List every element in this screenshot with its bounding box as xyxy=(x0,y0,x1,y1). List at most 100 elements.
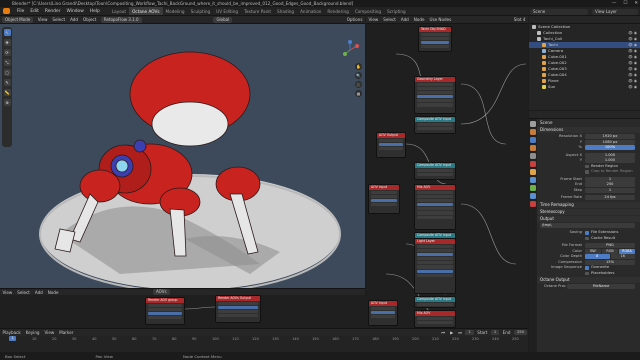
scale-tool-icon[interactable]: ⤡ xyxy=(3,59,11,66)
playback-menu[interactable]: Playback xyxy=(0,330,23,335)
close-button[interactable]: ✕ xyxy=(634,1,638,6)
jump-start-icon[interactable]: ⏮ xyxy=(439,330,448,335)
move-tool-icon[interactable]: ✥ xyxy=(3,39,11,46)
zoom-icon[interactable]: 🔍 xyxy=(355,72,362,79)
keying-menu[interactable]: Keying xyxy=(23,330,42,335)
tab-uv-editing[interactable]: UV Editing xyxy=(213,7,241,15)
cache-result-checkbox[interactable]: Cache Result xyxy=(537,236,640,242)
view-layer-tab-icon[interactable] xyxy=(530,145,536,151)
aov-menu-node[interactable]: Node xyxy=(45,290,61,295)
tab-animation[interactable]: Animation xyxy=(297,7,324,15)
ortho-toggle-icon[interactable]: ▦ xyxy=(355,90,362,97)
frame-rate-dropdown[interactable]: Frame Rate 24 fps xyxy=(537,195,640,201)
output-path-field[interactable]: /tmp\ xyxy=(537,222,640,229)
section-output[interactable]: Output xyxy=(537,215,640,222)
node-menu-select[interactable]: Select xyxy=(381,17,399,22)
menu-window[interactable]: Window xyxy=(64,9,87,14)
node-aov-input-1[interactable]: AOV input xyxy=(368,184,400,214)
material-tab-icon[interactable] xyxy=(530,201,536,207)
outliner-row[interactable]: Sun 👁 ◉ xyxy=(529,84,640,90)
select-tool-icon[interactable]: ↖ xyxy=(3,29,11,36)
end-frame-field[interactable]: 250 xyxy=(513,329,527,336)
aov-menu-view[interactable]: View xyxy=(0,290,15,295)
pan-icon[interactable]: ✋ xyxy=(355,63,362,70)
tab-shading[interactable]: Shading xyxy=(274,7,297,15)
retopoflow-button[interactable]: RetopoFlow 3.1.0 xyxy=(100,16,142,23)
node-menu-view[interactable]: View xyxy=(366,17,381,22)
node-editor-canvas[interactable]: Tachi Obj SHAD Geometry Layer Composite … xyxy=(366,24,528,328)
aov-menu-add[interactable]: Add xyxy=(32,290,45,295)
depth-16-option[interactable]: 16 xyxy=(610,254,635,260)
tab-scripting[interactable]: Scripting xyxy=(384,7,409,15)
tab-sculpting[interactable]: Sculpting xyxy=(188,7,214,15)
node-composite-aov-4[interactable]: Composite AOV input xyxy=(414,296,456,308)
color-rgb-option[interactable]: RGB xyxy=(602,248,618,254)
viewport-menu-add[interactable]: Add xyxy=(68,17,81,22)
render-tab-icon[interactable] xyxy=(530,129,536,135)
tab-octane-aovs[interactable]: Octane AOVs xyxy=(129,7,163,15)
menu-file[interactable]: File xyxy=(14,9,27,14)
node-light-layer[interactable]: Light Layer xyxy=(414,238,456,294)
rotate-tool-icon[interactable]: ⟳ xyxy=(3,49,11,56)
mode-dropdown[interactable]: Object Mode xyxy=(2,16,34,23)
node-geometry-layer[interactable]: Geometry Layer xyxy=(414,76,456,114)
physics-tab-icon[interactable] xyxy=(530,193,536,199)
measure-tool-icon[interactable]: 📏 xyxy=(3,89,11,96)
slot-dropdown[interactable]: Slot 4 xyxy=(511,17,528,22)
node-aov-output[interactable]: AOV Output xyxy=(376,132,406,158)
scene-selector[interactable]: Scene xyxy=(530,9,588,15)
placeholders-checkbox[interactable]: Placeholders xyxy=(537,271,640,277)
section-time-remapping[interactable]: Time Remapping xyxy=(537,201,640,208)
scene-tab-icon[interactable] xyxy=(530,153,536,159)
node-menu-add[interactable]: Add xyxy=(398,17,411,22)
section-octane-output[interactable]: Octane Output xyxy=(537,277,640,283)
frame-step-field[interactable]: Step 1 xyxy=(537,188,640,194)
use-nodes-checkbox[interactable]: Use Nodes xyxy=(427,17,454,22)
options-dropdown[interactable]: Options xyxy=(344,17,365,22)
color-bw-option[interactable]: BW xyxy=(585,248,601,254)
menu-render[interactable]: Render xyxy=(42,9,64,14)
menu-edit[interactable]: Edit xyxy=(27,9,42,14)
play-icon[interactable]: ▶ xyxy=(448,330,456,335)
marker-menu[interactable]: Marker xyxy=(57,330,76,335)
viewport-menu-object[interactable]: Object xyxy=(81,17,99,22)
object-tab-icon[interactable] xyxy=(530,169,536,175)
blender-menu-icon[interactable] xyxy=(3,8,10,14)
node-mix-aov-1[interactable]: Mix AOV xyxy=(414,184,456,230)
tab-layout[interactable]: Layout xyxy=(109,7,129,15)
visibility-icon[interactable]: 👁 ◉ xyxy=(628,84,637,90)
crop-region-checkbox[interactable]: Crop to Render Region xyxy=(537,169,640,175)
start-frame-field[interactable]: 1 xyxy=(490,329,500,336)
node-render-aovs-output[interactable]: Render AOVs Output xyxy=(215,295,261,323)
menu-help[interactable]: Help xyxy=(87,9,103,14)
jump-end-icon[interactable]: ⏭ xyxy=(456,330,465,335)
output-tab-icon[interactable] xyxy=(530,137,536,143)
section-stereoscopy[interactable]: Stereoscopy xyxy=(537,208,640,215)
node-composite-aov-1[interactable]: Composite AOV input xyxy=(414,116,456,134)
maximize-button[interactable]: ☐ xyxy=(623,1,627,6)
axis-gizmo-icon[interactable] xyxy=(340,40,360,60)
depth-8-option[interactable]: 8 xyxy=(585,254,610,260)
timeline-ruler[interactable]: 1 0 10 20 30 40 50 60 70 80 90 100 110 120 130 140 150 1… xyxy=(0,336,528,352)
tab-compositing[interactable]: Compositing xyxy=(352,7,384,15)
node-mix-aov-2[interactable]: Mix AOV xyxy=(414,310,456,328)
add-cube-tool-icon[interactable]: ⊕ xyxy=(3,99,11,106)
transform-orientation-dropdown[interactable]: Global xyxy=(213,16,233,23)
aov-menu-select[interactable]: Select xyxy=(15,290,33,295)
node-render-aov-group[interactable]: Render AOV group xyxy=(145,297,185,325)
world-tab-icon[interactable] xyxy=(530,161,536,167)
node-composite-aov-2[interactable]: Composite AOV input xyxy=(414,162,456,180)
resolution-pct-field[interactable]: % 100% xyxy=(537,145,640,151)
particles-tab-icon[interactable] xyxy=(530,185,536,191)
viewport-menu-view[interactable]: View xyxy=(35,17,50,22)
camera-view-icon[interactable]: 🎥 xyxy=(355,81,362,88)
node-tachi-obj[interactable]: Tachi Obj SHAD xyxy=(418,26,452,52)
section-dimensions[interactable]: Dimensions xyxy=(537,127,640,133)
transform-tool-icon[interactable]: ◻ xyxy=(3,69,11,76)
node-menu-node[interactable]: Node xyxy=(411,17,427,22)
minimize-button[interactable]: — xyxy=(612,1,616,6)
tab-modeling[interactable]: Modeling xyxy=(163,7,188,15)
3d-viewport[interactable] xyxy=(0,24,365,288)
octane-file-field[interactable]: Octane Proc FileName xyxy=(537,284,640,290)
tab-rendering[interactable]: Rendering xyxy=(324,7,351,15)
